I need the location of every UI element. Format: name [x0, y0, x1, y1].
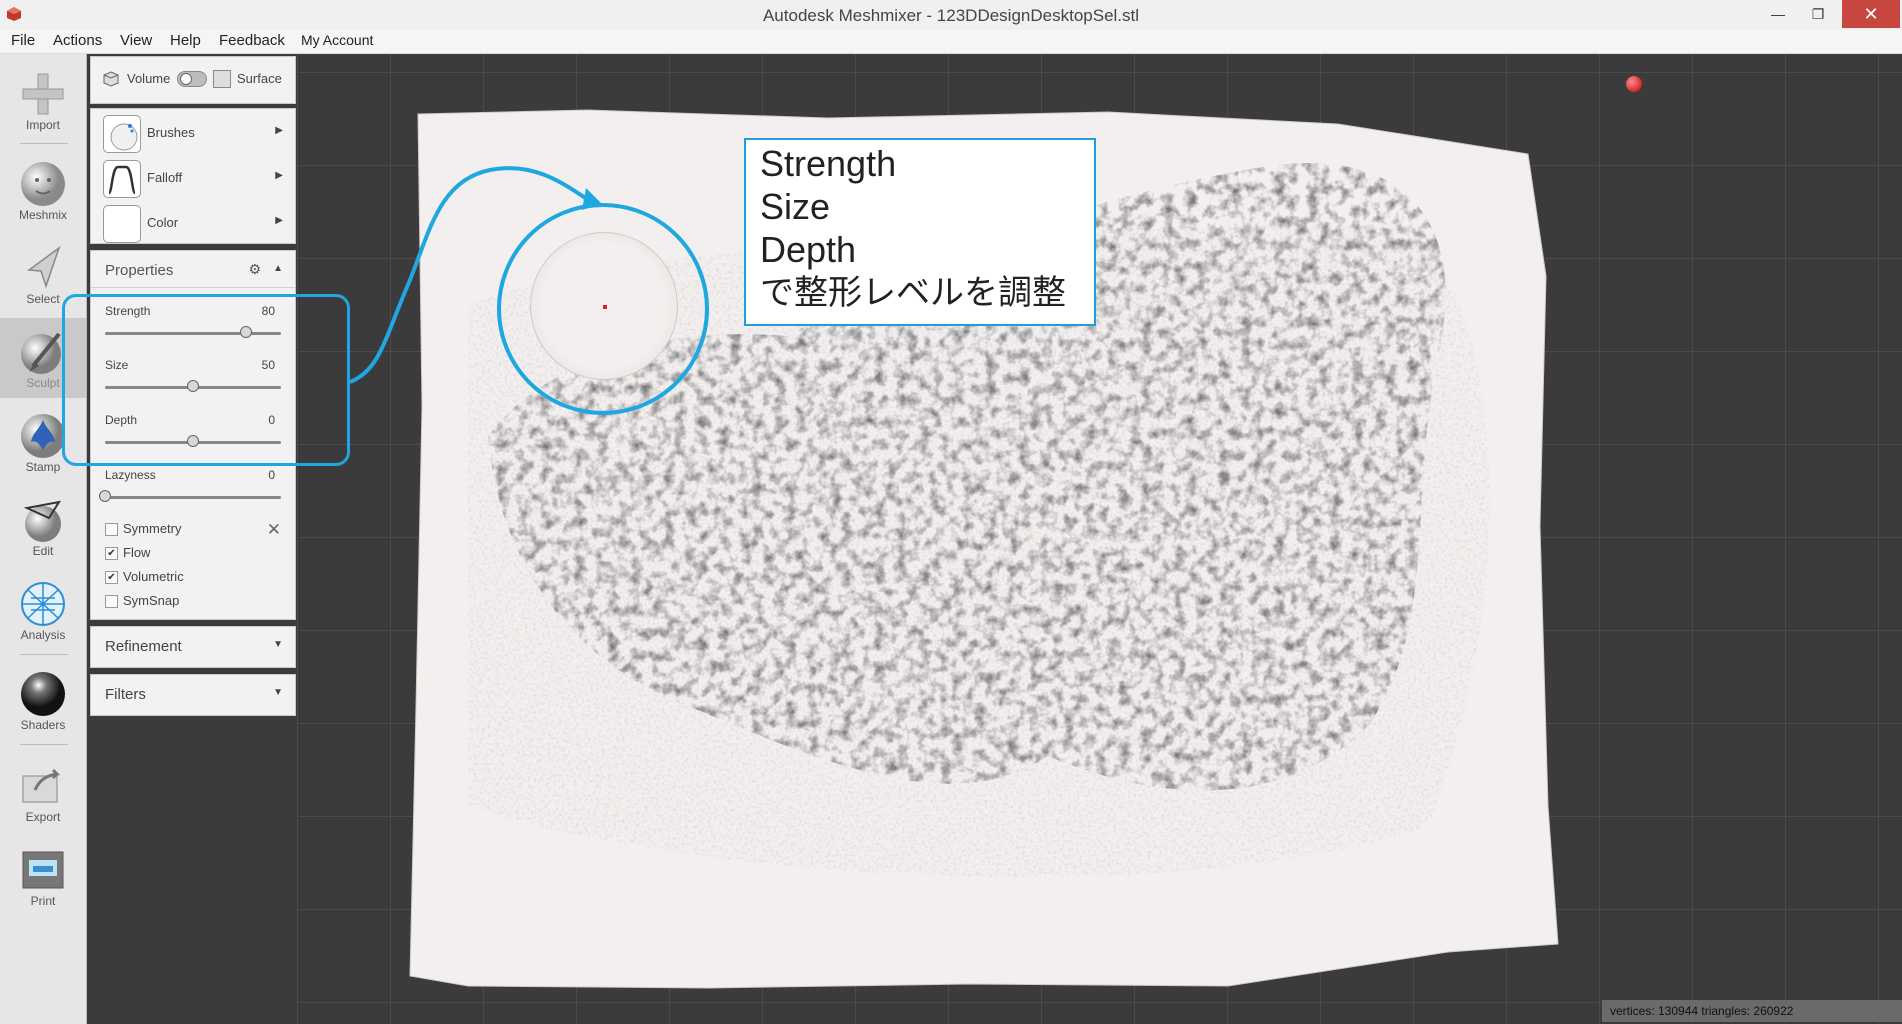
slider-knob[interactable]	[99, 490, 111, 502]
falloff-label: Falloff	[147, 170, 183, 185]
annotation-line: で整形レベルを調整	[760, 274, 1066, 312]
toolbar-divider	[20, 143, 68, 144]
symmetry-tool-icon[interactable]: ✕	[267, 520, 281, 540]
brushes-arrow-icon: ▶	[275, 125, 283, 136]
toolbar-divider	[20, 654, 68, 655]
flow-checkbox[interactable]: ✔ Flow	[105, 545, 285, 563]
expand-down-icon[interactable]: ▼	[273, 687, 283, 698]
menu-view[interactable]: View	[120, 32, 152, 49]
menu-file[interactable]: File	[11, 32, 35, 49]
tool-export-label: Export	[25, 810, 61, 824]
face-sphere-icon	[21, 162, 65, 206]
minimize-button[interactable]: —	[1758, 0, 1798, 28]
checkbox-box[interactable]: ✔	[105, 571, 118, 584]
color-menu[interactable]: Color ▶	[91, 201, 295, 245]
brush-thumbnail-icon	[103, 115, 141, 153]
close-button[interactable]: ✕	[1842, 0, 1900, 28]
tool-export[interactable]: Export	[0, 752, 86, 832]
main-toolbar: Import Meshmix Select Sculpt Stamp Edit …	[0, 54, 87, 1024]
volume-label: Volume	[127, 71, 171, 86]
symmetry-checkbox[interactable]: Symmetry	[105, 521, 285, 539]
scene-origin-marker[interactable]	[1626, 76, 1642, 92]
annotation-connector	[349, 166, 602, 384]
refinement-title: Refinement	[105, 638, 182, 655]
checkbox-label: SymSnap	[123, 593, 180, 608]
tool-import[interactable]: Import	[0, 60, 86, 140]
tool-shaders-label: Shaders	[20, 718, 66, 732]
color-swatch	[103, 205, 141, 243]
checkbox-label: Symmetry	[123, 521, 182, 536]
refinement-section[interactable]: Refinement ▼	[90, 626, 296, 668]
volumetric-checkbox[interactable]: ✔ Volumetric	[105, 569, 285, 587]
export-icon	[22, 768, 61, 803]
checkbox-box[interactable]	[105, 595, 118, 608]
printer-icon	[22, 851, 64, 889]
stamp-icon	[21, 414, 65, 458]
shader-ball-icon	[21, 672, 65, 716]
menu-help[interactable]: Help	[170, 32, 201, 49]
brush-panel: Brushes ▶ Falloff ▶ Color ▶	[90, 108, 296, 244]
brushes-label: Brushes	[147, 125, 195, 140]
edit-sphere-icon	[23, 500, 62, 542]
cursor-arrow-icon	[26, 245, 61, 289]
volume-cube-icon	[103, 71, 119, 87]
plus-icon	[22, 73, 64, 115]
title-bar: Autodesk Meshmixer - 123DDesignDesktopSe…	[0, 0, 1902, 31]
tool-print-label: Print	[30, 894, 56, 908]
checkbox-box[interactable]	[105, 523, 118, 536]
annotation-callout: Strength Size Depth で整形レベルを調整	[744, 138, 1096, 326]
tool-meshmix-label: Meshmix	[18, 208, 67, 222]
tool-analysis[interactable]: Analysis	[0, 570, 86, 650]
mesh-stats-status: vertices: 130944 triangles: 260922	[1602, 1000, 1902, 1022]
menu-bar: File Actions View Help Feedback My Accou…	[0, 30, 1902, 54]
surface-square-icon	[213, 70, 231, 88]
tool-print[interactable]: Print	[0, 836, 86, 916]
color-arrow-icon: ▶	[275, 215, 283, 226]
toolbar-divider	[20, 744, 68, 745]
checkbox-label: Flow	[123, 545, 151, 560]
annotation-line: Depth	[760, 229, 857, 270]
window-title: Autodesk Meshmixer - 123DDesignDesktopSe…	[762, 6, 1140, 25]
tool-import-label: Import	[25, 118, 60, 132]
annotation-line: Size	[760, 186, 831, 227]
collapse-up-icon[interactable]: ▲	[273, 263, 283, 274]
volume-surface-toggle[interactable]	[177, 71, 207, 87]
slider-track[interactable]	[99, 490, 281, 502]
brushes-menu[interactable]: Brushes ▶	[91, 111, 295, 155]
menu-actions[interactable]: Actions	[53, 32, 102, 49]
properties-title: Properties	[105, 262, 174, 279]
toggle-knob	[180, 73, 192, 85]
color-label: Color	[147, 215, 179, 230]
falloff-menu[interactable]: Falloff ▶	[91, 156, 295, 200]
properties-header[interactable]: Properties ⚙ ▲	[91, 251, 295, 288]
slider-name: Lazyness	[105, 468, 156, 482]
falloff-curve-icon	[103, 160, 141, 198]
mode-panel: Volume Surface	[90, 56, 296, 104]
slider-highlight-annotation	[62, 294, 350, 466]
checkbox-label: Volumetric	[123, 569, 184, 584]
tool-edit[interactable]: Edit	[0, 486, 86, 566]
maximize-button[interactable]: ❐	[1798, 0, 1838, 28]
symsnap-checkbox[interactable]: SymSnap	[105, 593, 285, 611]
checkbox-box[interactable]: ✔	[105, 547, 118, 560]
slider-value: 0	[268, 468, 275, 482]
menu-my-account[interactable]: My Account	[301, 32, 373, 48]
annotation-line: Strength	[760, 143, 897, 184]
filters-title: Filters	[105, 686, 146, 703]
tool-meshmix[interactable]: Meshmix	[0, 150, 86, 230]
surface-label: Surface	[237, 71, 282, 86]
tool-analysis-label: Analysis	[20, 628, 66, 642]
analysis-sphere-icon	[21, 582, 65, 626]
expand-down-icon[interactable]: ▼	[273, 639, 283, 650]
falloff-arrow-icon: ▶	[275, 170, 283, 181]
menu-feedback[interactable]: Feedback	[219, 32, 285, 49]
filters-section[interactable]: Filters ▼	[90, 674, 296, 716]
tool-shaders[interactable]: Shaders	[0, 660, 86, 740]
brush-icon	[21, 332, 61, 374]
tool-edit-label: Edit	[32, 544, 54, 558]
lazyness-slider[interactable]: Lazyness 0	[91, 468, 295, 522]
gear-icon[interactable]: ⚙	[248, 261, 261, 278]
